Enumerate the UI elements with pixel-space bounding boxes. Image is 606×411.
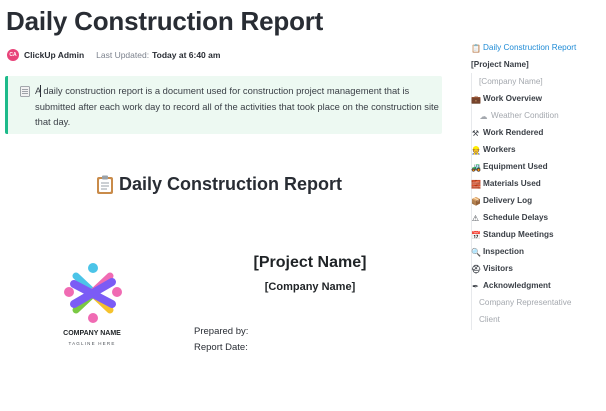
toc-item-label: Acknowledgment (483, 281, 551, 290)
document-heading[interactable]: Daily Construction Report (96, 174, 342, 195)
tools-icon: ⚒ (471, 128, 480, 138)
toc-item-label: Client (479, 315, 500, 324)
toc-item-company-representative[interactable]: Company Representative (479, 295, 571, 311)
toc-item-schedule-delays[interactable]: ⚠ Schedule Delays (471, 210, 548, 226)
prepared-by-label[interactable]: Prepared by: (194, 326, 248, 337)
cloud-icon: ☁ (479, 111, 488, 121)
toc-item-company-name[interactable]: [Company Name] (479, 74, 543, 90)
toc-item-delivery-log[interactable]: 📦 Delivery Log (471, 193, 532, 209)
notepad-icon (20, 86, 30, 97)
logo-tagline: TAGLINE HERE (68, 341, 116, 346)
document-heading-text: Daily Construction Report (119, 174, 343, 194)
description-callout[interactable]: A daily construction report is a documen… (5, 76, 442, 134)
toc-item-label: [Project Name] (471, 60, 529, 69)
toc-item-project-name[interactable]: [Project Name] (471, 57, 529, 73)
toc-item-equipment-used[interactable]: 🚜 Equipment Used (471, 159, 548, 175)
toc-item-label: Standup Meetings (483, 230, 554, 239)
toc-item-label: Weather Condition (491, 111, 559, 120)
author-name[interactable]: ClickUp Admin (24, 50, 84, 60)
toc-item-label: [Company Name] (479, 77, 543, 86)
clipboard-icon (97, 175, 113, 194)
hardhat-icon: ⛑ (471, 264, 482, 274)
toc-item-label: Inspection (483, 247, 524, 256)
toc-item-label: Visitors (483, 264, 513, 273)
company-logo-mark (64, 263, 122, 323)
bricks-icon: 🧱 (471, 179, 481, 189)
toc-item-label: Work Overview (483, 94, 543, 103)
briefcase-icon: 💼 (471, 94, 481, 104)
worker-icon: 👷 (471, 145, 481, 155)
toc-item-inspection[interactable]: 🔍 Inspection (471, 244, 524, 260)
tractor-icon: 🚜 (471, 162, 481, 172)
toc-item-label: Company Representative (479, 298, 572, 307)
toc-item-label: Equipment Used (483, 162, 548, 171)
toc-item-workers[interactable]: 👷 Workers (471, 142, 516, 158)
pen-icon: ✒ (472, 281, 479, 291)
toc-item-work-rendered[interactable]: ⚒ Work Rendered (471, 125, 543, 141)
toc-item-label: Daily Construction Report (483, 43, 577, 52)
toc-item-label: Schedule Delays (483, 213, 549, 222)
calendar-icon: 📅 (471, 230, 481, 240)
page-title[interactable]: Daily Construction Report (6, 6, 323, 37)
warning-icon: ⚠ (471, 213, 480, 223)
last-updated-value: Today at 6:40 am (152, 50, 221, 60)
logo-company-name: COMPANY NAME (63, 330, 121, 337)
clipboard-icon: 📋 (471, 43, 481, 53)
toc-item-acknowledgment[interactable]: ✒ Acknowledgment (471, 278, 551, 294)
toc-item-weather-condition[interactable]: ☁ Weather Condition (479, 108, 559, 124)
package-icon: 📦 (471, 196, 481, 206)
document-main: Daily Construction Report CA ClickUp Adm… (0, 0, 452, 411)
toc-item-materials-used[interactable]: 🧱 Materials Used (471, 176, 541, 192)
toc-item-label: Work Rendered (483, 128, 544, 137)
toc-item-standup-meetings[interactable]: 📅 Standup Meetings (471, 227, 554, 243)
toc-item-label: Delivery Log (483, 196, 533, 205)
project-name[interactable]: [Project Name] (240, 254, 380, 272)
document-meta: CA ClickUp Admin Last Updated: Today at … (7, 49, 220, 61)
report-date-label[interactable]: Report Date: (194, 342, 248, 353)
toc-item-label: Materials Used (483, 179, 541, 188)
magnifier-icon: 🔍 (471, 247, 481, 257)
toc-item-daily-construction-report[interactable]: 📋 Daily Construction Report (471, 40, 576, 56)
toc-item-label: Workers (483, 145, 516, 154)
toc-item-client[interactable]: Client (479, 312, 500, 328)
toc-item-work-overview[interactable]: 💼 Work Overview (471, 91, 542, 107)
last-updated-label: Last Updated: (96, 50, 150, 60)
company-name[interactable]: [Company Name] (240, 281, 380, 293)
toc-item-visitors[interactable]: ⛑ Visitors (471, 261, 513, 277)
callout-text[interactable]: A daily construction report is a documen… (35, 83, 440, 130)
company-logo (52, 262, 134, 352)
avatar[interactable]: CA (7, 49, 19, 61)
